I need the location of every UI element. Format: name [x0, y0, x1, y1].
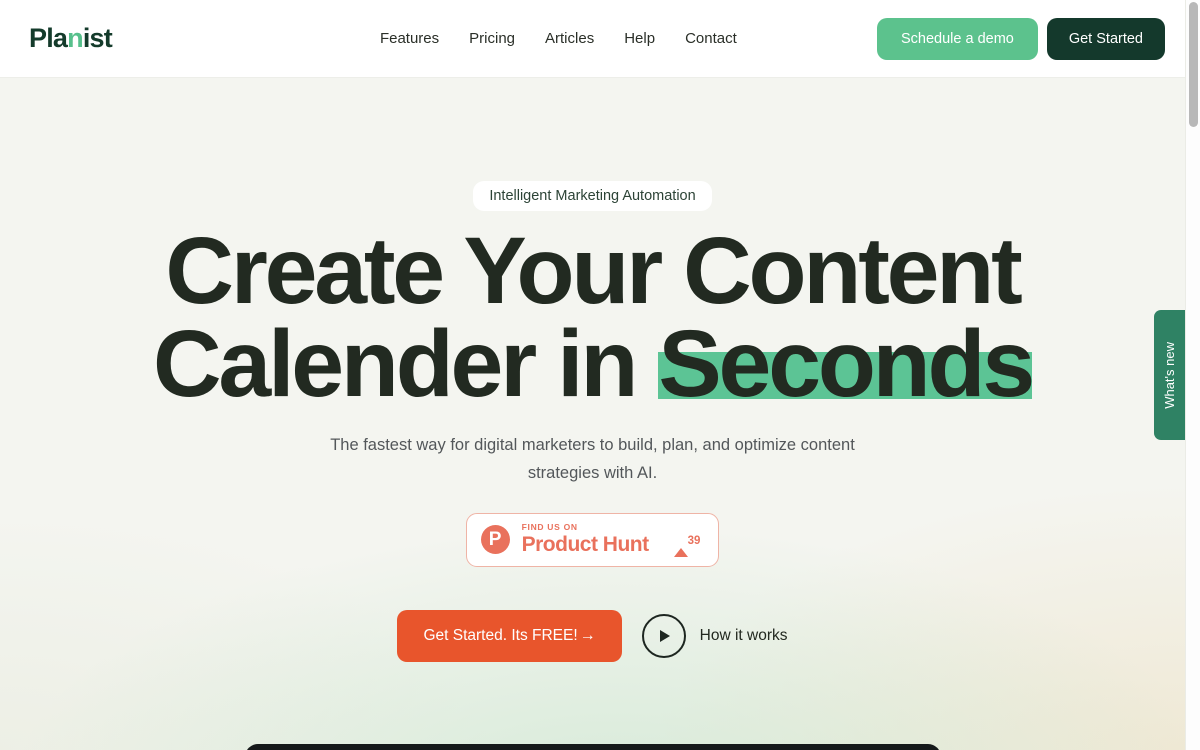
hero-headline: Create Your Content Calender in Seconds [0, 218, 1185, 418]
product-hunt-text: FIND US ON Product Hunt [521, 522, 649, 556]
brand-logo-part-3: ist [82, 23, 113, 53]
product-hunt-name: Product Hunt [521, 532, 649, 556]
nav-item-features[interactable]: Features [380, 30, 439, 47]
page-content: Planist Features Pricing Articles Help C… [0, 0, 1185, 750]
get-started-button[interactable]: Get Started [1046, 17, 1165, 60]
caret-up-icon [673, 530, 688, 557]
how-it-works-button[interactable]: How it works [641, 613, 788, 658]
arrow-right-icon: → [579, 626, 596, 644]
product-hunt-p-icon: P [480, 525, 510, 555]
brand-logo[interactable]: Planist [29, 23, 113, 53]
product-hunt-find-us-on: FIND US ON [521, 522, 578, 533]
brand-logo-part-1: Pla [29, 23, 68, 53]
play-icon [641, 613, 686, 658]
hero-primary-cta-button[interactable]: Get Started. Its FREE! → [397, 609, 622, 662]
nav-item-articles[interactable]: Articles [545, 30, 594, 47]
hero-headline-line-1: Create Your Content [165, 218, 1022, 324]
site-header: Planist Features Pricing Articles Help C… [0, 0, 1185, 78]
browser-viewport: Planist Features Pricing Articles Help C… [0, 0, 1200, 750]
whats-new-tab[interactable]: What's new [1154, 310, 1185, 440]
hero-subheadline: The fastest way for digital marketers to… [330, 436, 855, 483]
vertical-scrollbar[interactable] [1185, 0, 1200, 750]
product-hunt-upvote-count: 39 [687, 534, 701, 547]
hero-eyebrow-badge: Intelligent Marketing Automation [473, 181, 712, 211]
play-triangle [660, 629, 671, 642]
schedule-demo-button[interactable]: Schedule a demo [876, 17, 1038, 60]
product-hunt-wrapper: P FIND US ON Product Hunt 39 [0, 513, 1185, 567]
nav-item-pricing[interactable]: Pricing [469, 30, 515, 47]
hero-cta-row: Get Started. Its FREE! → How it works [0, 609, 1185, 662]
product-hunt-badge[interactable]: P FIND US ON Product Hunt 39 [465, 513, 720, 567]
brand-logo-part-accent: n [67, 23, 83, 53]
hero-headline-highlight: Seconds [658, 311, 1035, 418]
hero-headline-line-2-plain: Calender in [153, 311, 659, 418]
how-it-works-label: How it works [699, 626, 788, 644]
whats-new-label: What's new [1162, 341, 1177, 409]
header-actions: Schedule a demo Get Started [876, 17, 1165, 60]
hero-primary-cta-label: Get Started. Its FREE! [423, 626, 578, 644]
scrollbar-thumb[interactable] [1189, 2, 1198, 127]
primary-navigation: Features Pricing Articles Help Contact [380, 30, 737, 47]
app-preview-mockup [245, 744, 941, 750]
nav-item-help[interactable]: Help [624, 30, 655, 47]
hero-section: Intelligent Marketing Automation Create … [0, 78, 1185, 662]
product-hunt-upvotes: 39 [673, 530, 701, 557]
nav-item-contact[interactable]: Contact [685, 30, 737, 47]
hero-headline-line-2: Calender in Seconds [0, 311, 1185, 418]
